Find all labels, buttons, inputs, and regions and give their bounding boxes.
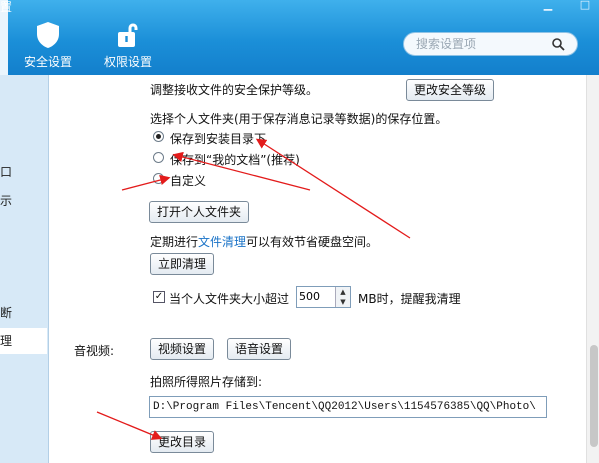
stepper-up-arrow-icon[interactable]: ▲: [335, 287, 350, 297]
top-toolbar: 置 ▁ □ 安全设置 权限设置: [0, 0, 599, 75]
clean-now-button[interactable]: 立即清理: [150, 253, 215, 275]
scrollbar-thumb[interactable]: [590, 345, 598, 447]
search-input[interactable]: [416, 36, 546, 52]
radio-button[interactable]: [153, 152, 164, 163]
radio-button[interactable]: [153, 131, 164, 142]
sidebar-item-label: 断: [0, 306, 13, 320]
sidebar-item-label: 口: [0, 165, 13, 179]
cleanup-text-after: 可以有效节省硬盘空间。: [246, 235, 379, 249]
cleanup-text-before: 定期进行: [150, 235, 199, 249]
radio-label: 保存到安装目录下: [170, 132, 267, 146]
radio-label: 自定义: [170, 174, 207, 188]
folder-size-stepper[interactable]: ▲ ▼: [296, 286, 351, 308]
sidebar-item-label: 示: [0, 194, 13, 208]
security-settings-tab[interactable]: 安全设置: [18, 0, 78, 75]
size-warning-checkbox[interactable]: ✓: [153, 291, 165, 303]
change-security-level-button[interactable]: 更改安全等级: [406, 79, 495, 101]
photo-storage-label: 拍照所得照片存储到:: [150, 375, 263, 389]
padlock-icon: [118, 23, 138, 47]
folder-size-input[interactable]: [299, 290, 333, 303]
shield-icon: [37, 22, 59, 48]
video-settings-button[interactable]: 视频设置: [150, 338, 215, 360]
photo-path-input[interactable]: [153, 401, 543, 413]
file-cleanup-link[interactable]: 文件清理: [198, 235, 246, 249]
settings-sidebar: 口 示 断 理: [0, 75, 49, 463]
folder-location-description: 选择个人文件夹(用于保存消息记录等数据)的保存位置。: [150, 112, 448, 126]
sidebar-item-2[interactable]: 示: [0, 188, 47, 214]
security-level-description: 调整接收文件的安全保护等级。: [150, 83, 319, 97]
permission-settings-label: 权限设置: [103, 55, 152, 69]
maximize-button[interactable]: □: [578, 0, 592, 12]
radio-label: 保存到“我的文档”(推荐): [170, 153, 300, 167]
vertical-scrollbar[interactable]: [586, 75, 599, 463]
search-box[interactable]: [403, 32, 578, 56]
size-warning-label: 当个人文件夹大小超过: [169, 292, 290, 306]
photo-path-field[interactable]: [149, 396, 547, 418]
voice-settings-button[interactable]: 语音设置: [227, 338, 292, 360]
minimize-button[interactable]: ▁: [542, 0, 554, 12]
change-directory-button[interactable]: 更改目录: [150, 431, 215, 453]
permission-settings-tab[interactable]: 权限设置: [98, 0, 158, 75]
search-icon[interactable]: [551, 37, 565, 51]
open-personal-folder-button[interactable]: 打开个人文件夹: [149, 201, 250, 223]
stepper-down-arrow-icon[interactable]: ▼: [335, 297, 350, 307]
cleanup-description: 定期进行文件清理可以有效节省硬盘空间。: [150, 233, 378, 250]
sidebar-item-file-management[interactable]: 理: [0, 328, 47, 354]
security-settings-label: 安全设置: [23, 55, 72, 69]
size-warning-suffix: MB时，提醒我清理: [358, 292, 461, 306]
radio-button[interactable]: [153, 173, 164, 184]
audio-video-label: 音视频:: [74, 344, 115, 358]
window-title-fragment: 置: [0, 0, 13, 14]
sidebar-item-label: 理: [0, 334, 13, 348]
sidebar-item-3[interactable]: 断: [0, 300, 47, 326]
sidebar-item-1[interactable]: 口: [0, 159, 47, 185]
settings-content: 调整接收文件的安全保护等级。 更改安全等级 选择个人文件夹(用于保存消息记录等数…: [49, 75, 586, 463]
